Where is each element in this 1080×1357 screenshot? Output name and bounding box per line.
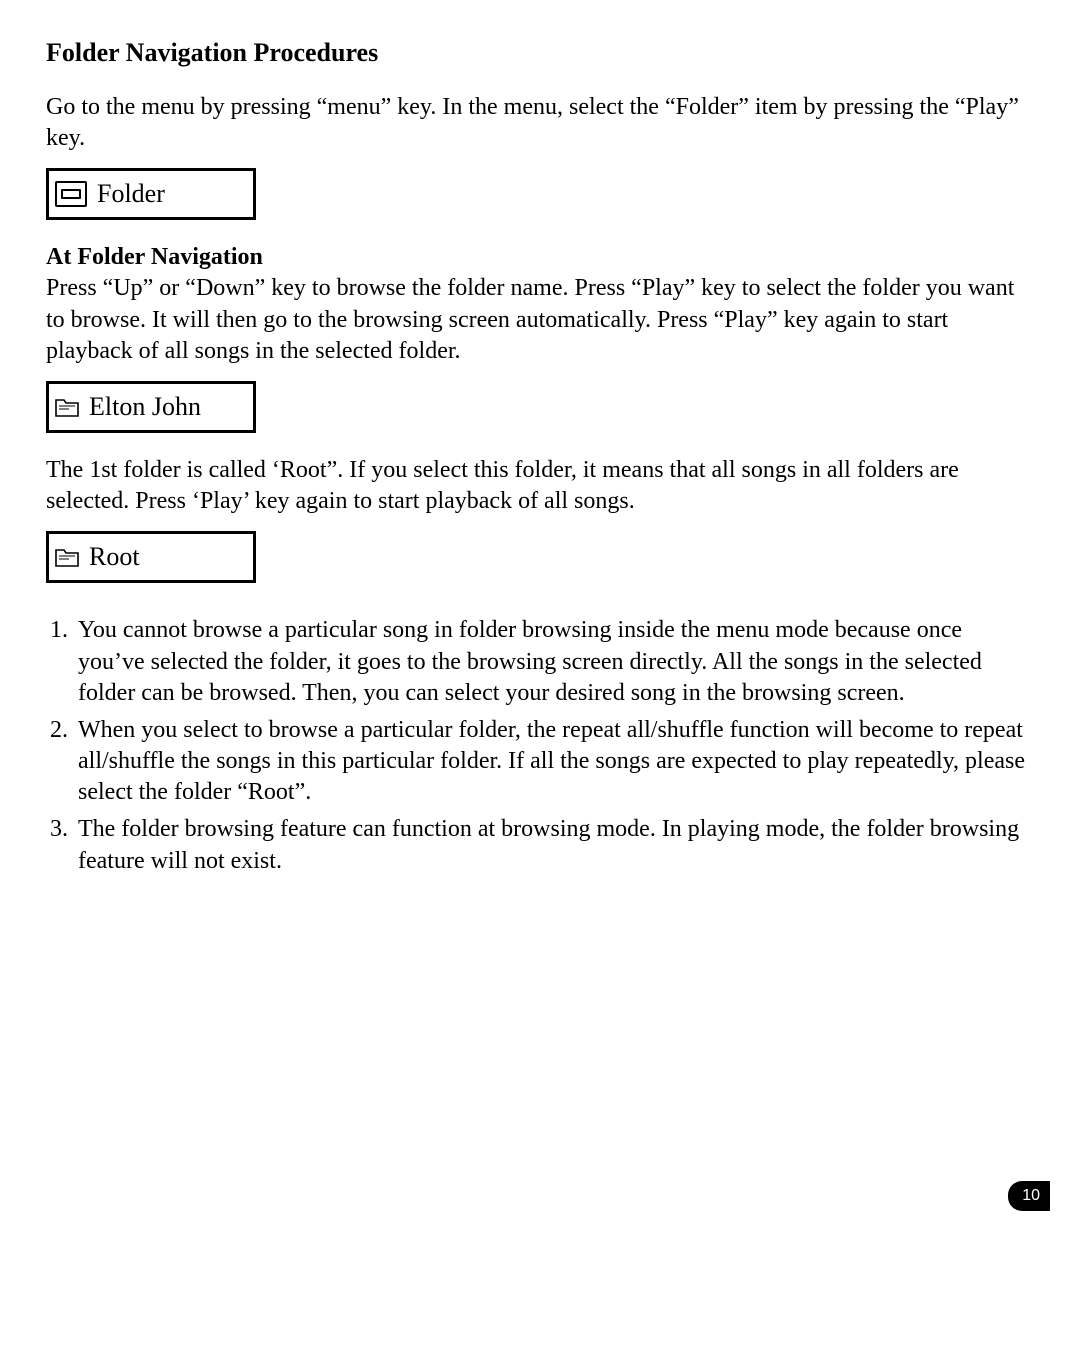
lcd-label: Root bbox=[89, 542, 140, 572]
notes-list: You cannot browse a particular song in f… bbox=[46, 615, 1034, 877]
menu-icon bbox=[55, 181, 87, 207]
intro-paragraph: Go to the menu by pressing “menu” key. I… bbox=[46, 92, 1034, 154]
lcd-label: Elton John bbox=[89, 392, 201, 422]
page-number-badge: 10 bbox=[1008, 1181, 1050, 1211]
list-item: When you select to browse a particular f… bbox=[74, 715, 1034, 809]
subsection-heading: At Folder Navigation bbox=[46, 244, 1034, 271]
folder-icon bbox=[55, 547, 79, 567]
paragraph-1: Press “Up” or “Down” key to browse the f… bbox=[46, 273, 1034, 367]
section-heading: Folder Navigation Procedures bbox=[46, 38, 1034, 68]
folder-icon bbox=[55, 397, 79, 417]
list-item: The folder browsing feature can function… bbox=[74, 814, 1034, 876]
lcd-label: Folder bbox=[97, 179, 165, 209]
list-item: You cannot browse a particular song in f… bbox=[74, 615, 1034, 709]
lcd-folder-elton: Elton John bbox=[46, 381, 256, 433]
paragraph-2: The 1st folder is called ‘Root”. If you … bbox=[46, 455, 1034, 517]
lcd-folder-root: Root bbox=[46, 531, 256, 583]
lcd-folder-menu: Folder bbox=[46, 168, 256, 220]
